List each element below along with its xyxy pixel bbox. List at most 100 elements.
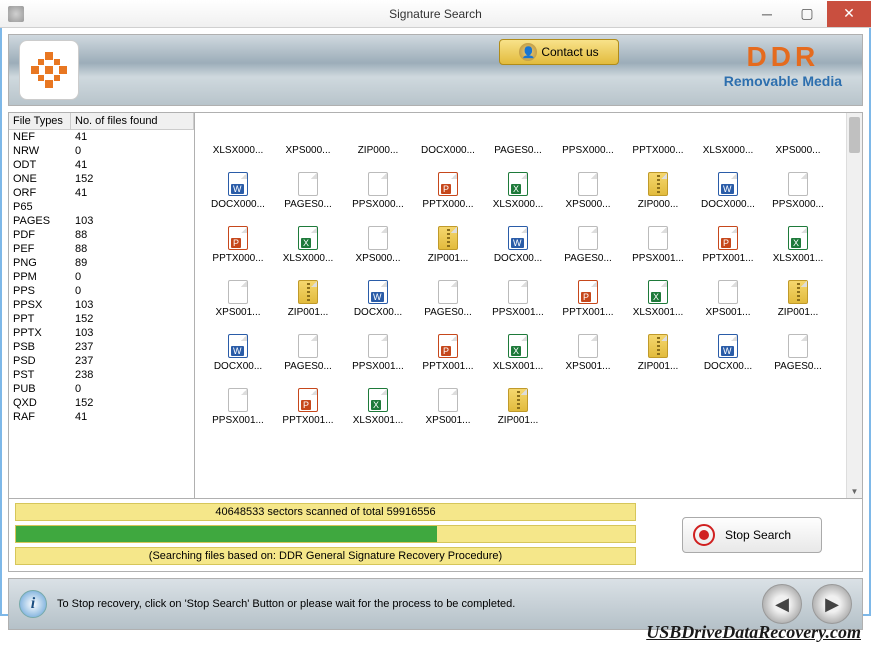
file-item[interactable]: XLSX001... xyxy=(483,333,553,387)
blank-icon xyxy=(646,225,670,251)
file-item[interactable]: XPS001... xyxy=(203,279,273,333)
file-item[interactable]: PPSX000... xyxy=(343,171,413,225)
table-row[interactable]: PPSX103 xyxy=(9,298,194,312)
file-item[interactable]: XLSX000... xyxy=(693,117,763,171)
table-row[interactable]: ODT41 xyxy=(9,158,194,172)
stop-search-button[interactable]: Stop Search xyxy=(682,517,822,553)
table-row[interactable]: PUB0 xyxy=(9,382,194,396)
file-item[interactable]: PPTX001... xyxy=(273,387,343,441)
file-item[interactable]: DOCX00... xyxy=(483,225,553,279)
minimize-button[interactable]: ─ xyxy=(747,1,787,27)
file-item[interactable]: PPSX001... xyxy=(343,333,413,387)
file-item[interactable]: XPS000... xyxy=(553,171,623,225)
file-item[interactable]: XLSX000... xyxy=(483,171,553,225)
file-label: XLSX000... xyxy=(213,145,264,156)
table-row[interactable]: PPM0 xyxy=(9,270,194,284)
file-item[interactable]: PAGES0... xyxy=(273,171,343,225)
file-item[interactable]: PPTX000... xyxy=(203,225,273,279)
table-row[interactable]: PPS0 xyxy=(9,284,194,298)
table-row[interactable]: NEF41 xyxy=(9,130,194,144)
file-item[interactable]: PPTX001... xyxy=(693,225,763,279)
table-row[interactable]: PSB237 xyxy=(9,340,194,354)
table-row[interactable]: P65 xyxy=(9,200,194,214)
blank-icon xyxy=(226,387,250,413)
forward-button[interactable]: ▶ xyxy=(812,584,852,624)
file-item[interactable]: XPS000... xyxy=(763,117,833,171)
table-row[interactable]: PDF88 xyxy=(9,228,194,242)
scroll-thumb[interactable] xyxy=(849,117,860,153)
file-item[interactable]: XPS001... xyxy=(693,279,763,333)
cell-file-count: 41 xyxy=(71,410,194,424)
file-item[interactable]: PPTX001... xyxy=(553,279,623,333)
file-item[interactable]: PPTX000... xyxy=(413,171,483,225)
table-row[interactable]: ONE152 xyxy=(9,172,194,186)
file-grid[interactable]: XLSX000...XPS000...ZIP000...DOCX000...PA… xyxy=(195,113,846,445)
file-item[interactable]: XLSX000... xyxy=(273,225,343,279)
file-item[interactable]: XLSX001... xyxy=(623,279,693,333)
file-item[interactable]: ZIP001... xyxy=(483,387,553,441)
table-row[interactable]: PNG89 xyxy=(9,256,194,270)
file-item[interactable]: PPSX001... xyxy=(203,387,273,441)
col-file-types[interactable]: File Types xyxy=(9,113,71,129)
close-button[interactable]: ✕ xyxy=(827,1,871,27)
file-types-list[interactable]: NEF41NRW0ODT41ONE152ORF41P65PAGES103PDF8… xyxy=(9,130,194,498)
file-item[interactable]: ZIP000... xyxy=(343,117,413,171)
table-row[interactable]: ORF41 xyxy=(9,186,194,200)
file-item[interactable]: PPSX001... xyxy=(483,279,553,333)
file-item[interactable]: XPS000... xyxy=(273,117,343,171)
file-item[interactable]: XPS001... xyxy=(553,333,623,387)
table-row[interactable]: PAGES103 xyxy=(9,214,194,228)
file-item[interactable]: PAGES0... xyxy=(483,117,553,171)
file-item[interactable]: ZIP001... xyxy=(413,225,483,279)
file-item[interactable]: ZIP000... xyxy=(623,171,693,225)
file-item[interactable]: PPSX000... xyxy=(763,171,833,225)
file-item[interactable]: ZIP001... xyxy=(623,333,693,387)
file-label: DOCX00... xyxy=(494,253,542,264)
file-item[interactable]: ZIP001... xyxy=(763,279,833,333)
table-row[interactable]: PEF88 xyxy=(9,242,194,256)
col-files-found[interactable]: No. of files found xyxy=(71,113,194,129)
ppt-icon xyxy=(296,387,320,413)
table-row[interactable]: PPTX103 xyxy=(9,326,194,340)
zip-icon xyxy=(646,333,670,359)
table-row[interactable]: PPT152 xyxy=(9,312,194,326)
file-item[interactable]: DOCX00... xyxy=(693,333,763,387)
file-item[interactable]: PAGES0... xyxy=(413,279,483,333)
file-label: PAGES0... xyxy=(774,361,822,372)
blank-icon xyxy=(436,387,460,413)
excel-icon xyxy=(366,387,390,413)
back-button[interactable]: ◀ xyxy=(762,584,802,624)
scroll-down-icon[interactable]: ▼ xyxy=(847,484,862,498)
file-item[interactable]: PPSX000... xyxy=(553,117,623,171)
table-row[interactable]: PSD237 xyxy=(9,354,194,368)
scrollbar-vertical[interactable]: ▲ ▼ xyxy=(846,113,862,498)
file-types-panel: File Types No. of files found NEF41NRW0O… xyxy=(9,113,195,498)
file-item[interactable]: XLSX001... xyxy=(343,387,413,441)
file-label: XPS000... xyxy=(775,145,820,156)
file-item[interactable]: PAGES0... xyxy=(763,333,833,387)
file-item[interactable]: XPS001... xyxy=(413,387,483,441)
table-row[interactable]: QXD152 xyxy=(9,396,194,410)
table-row[interactable]: PST238 xyxy=(9,368,194,382)
contact-us-button[interactable]: 👤 Contact us xyxy=(499,39,619,65)
file-item[interactable]: PAGES0... xyxy=(553,225,623,279)
maximize-button[interactable]: ▢ xyxy=(787,1,827,27)
file-item[interactable]: XLSX000... xyxy=(203,117,273,171)
file-item[interactable]: DOCX000... xyxy=(693,171,763,225)
file-item[interactable]: DOCX000... xyxy=(203,171,273,225)
file-label: XPS000... xyxy=(355,253,400,264)
file-item[interactable]: DOCX00... xyxy=(343,279,413,333)
file-item[interactable]: DOCX000... xyxy=(413,117,483,171)
file-item[interactable]: PPSX001... xyxy=(623,225,693,279)
file-item[interactable]: PPTX001... xyxy=(413,333,483,387)
table-row[interactable]: NRW0 xyxy=(9,144,194,158)
file-item[interactable]: PAGES0... xyxy=(273,333,343,387)
file-item[interactable]: PPTX000... xyxy=(623,117,693,171)
search-procedure-note: (Searching files based on: DDR General S… xyxy=(15,547,636,565)
file-item[interactable]: XLSX001... xyxy=(763,225,833,279)
table-row[interactable]: RAF41 xyxy=(9,410,194,424)
file-item[interactable]: DOCX00... xyxy=(203,333,273,387)
file-item[interactable]: ZIP001... xyxy=(273,279,343,333)
file-label: PPSX000... xyxy=(772,199,824,210)
file-item[interactable]: XPS000... xyxy=(343,225,413,279)
